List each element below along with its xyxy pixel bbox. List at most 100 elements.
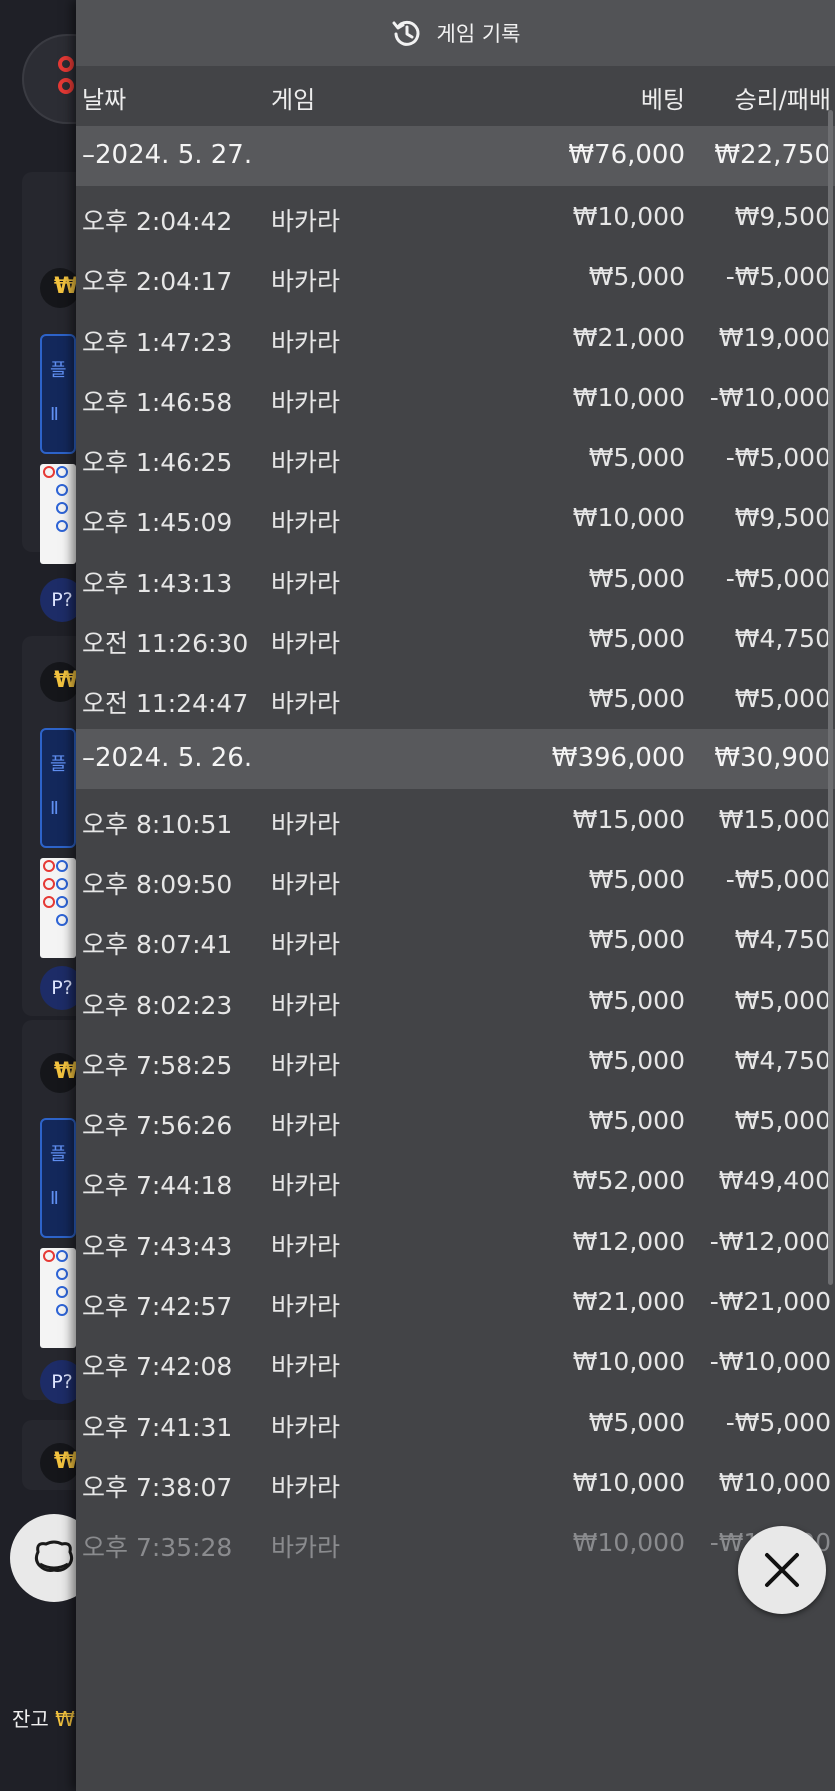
row-time: 오후 1:45:09 [82, 508, 233, 538]
row-game: 바카라 [271, 1171, 341, 1201]
row-result: ₩5,000 [734, 684, 831, 714]
row-time: 오후 7:38:07 [82, 1472, 233, 1502]
row-bet: ₩10,000 [572, 1347, 685, 1377]
history-row[interactable]: 오후 1:46:25 바카라 ₩5,000 -₩5,000 [76, 427, 835, 487]
row-bet: ₩5,000 [588, 1045, 685, 1075]
column-header-date: 날짜 [82, 86, 127, 114]
history-row[interactable]: 오후 7:42:08 바카라 ₩10,000 -₩10,000 [76, 1331, 835, 1391]
day-total-bet: ₩396,000 [551, 742, 685, 773]
balance-label: 잔고 [12, 1707, 49, 1731]
row-time: 오후 8:10:51 [82, 809, 233, 839]
row-result: ₩49,400 [718, 1166, 831, 1196]
history-row[interactable]: 오후 8:09:50 바카라 ₩5,000 -₩5,000 [76, 849, 835, 909]
cushion-icon [34, 1540, 74, 1572]
history-row[interactable]: 오후 7:56:26 바카라 ₩5,000 ₩5,000 [76, 1090, 835, 1150]
row-time: 오후 7:56:26 [82, 1111, 233, 1141]
chip-icon: ₩ [40, 268, 80, 308]
row-bet: ₩5,000 [588, 684, 685, 714]
row-time: 오후 1:43:13 [82, 568, 233, 598]
row-bet: ₩5,000 [588, 624, 685, 654]
history-row[interactable]: 오후 7:38:07 바카라 ₩10,000 ₩10,000 [76, 1452, 835, 1512]
row-bet: ₩5,000 [588, 563, 685, 593]
row-time: 오후 7:44:18 [82, 1171, 233, 1201]
row-time: 오후 7:41:31 [82, 1412, 233, 1442]
row-game: 바카라 [271, 809, 341, 839]
player-card[interactable]: 플Ⅱ [40, 334, 76, 454]
close-button[interactable] [738, 1526, 826, 1614]
history-row[interactable]: 오후 7:42:57 바카라 ₩21,000 -₩21,000 [76, 1271, 835, 1331]
row-game: 바카라 [271, 568, 341, 598]
column-header-bet: 베팅 [640, 86, 685, 114]
row-game: 바카라 [271, 1352, 341, 1382]
row-game: 바카라 [271, 267, 341, 297]
day-total-result: ₩30,900 [714, 742, 831, 773]
scrollbar[interactable] [828, 110, 833, 1285]
row-time: 오후 8:07:41 [82, 930, 233, 960]
row-time: 오전 11:24:47 [82, 689, 249, 719]
history-row[interactable]: 오후 7:43:43 바카라 ₩12,000 -₩12,000 [76, 1211, 835, 1271]
row-game: 바카라 [271, 869, 341, 899]
row-result: ₩9,500 [734, 503, 831, 533]
row-result: ₩4,750 [734, 624, 831, 654]
bead-road [40, 858, 76, 958]
history-row[interactable]: 오후 2:04:42 바카라 ₩10,000 ₩9,500 [76, 186, 835, 246]
history-row[interactable]: 오후 8:07:41 바카라 ₩5,000 ₩4,750 [76, 909, 835, 969]
history-row[interactable]: 오후 7:58:25 바카라 ₩5,000 ₩4,750 [76, 1030, 835, 1090]
history-row[interactable]: 오후 2:04:17 바카라 ₩5,000 -₩5,000 [76, 246, 835, 306]
row-result: -₩5,000 [725, 443, 831, 473]
row-bet: ₩21,000 [572, 322, 685, 352]
row-result: -₩5,000 [725, 1407, 831, 1437]
player-card[interactable]: 플Ⅱ [40, 728, 76, 848]
row-result: ₩19,000 [718, 322, 831, 352]
history-row[interactable]: 오후 1:47:23 바카라 ₩21,000 ₩19,000 [76, 307, 835, 367]
row-game: 바카라 [271, 1231, 341, 1261]
row-game: 바카라 [271, 448, 341, 478]
history-row[interactable]: 오후 1:43:13 바카라 ₩5,000 -₩5,000 [76, 548, 835, 608]
history-row[interactable]: 오후 7:41:31 바카라 ₩5,000 -₩5,000 [76, 1392, 835, 1452]
history-row[interactable]: 오후 1:46:58 바카라 ₩10,000 -₩10,000 [76, 367, 835, 427]
history-row[interactable]: 오후 8:10:51 바카라 ₩15,000 ₩15,000 [76, 789, 835, 849]
day-group-header[interactable]: –2024. 5. 26. ₩396,000 ₩30,900 [76, 728, 835, 789]
history-row[interactable]: 오후 7:35:28바카라₩10,000-₩10,000 [76, 1512, 835, 1572]
row-result: -₩5,000 [725, 563, 831, 593]
row-result: ₩9,500 [734, 202, 831, 231]
row-game: 바카라 [271, 1111, 341, 1141]
day-date: –2024. 5. 27. [82, 140, 253, 170]
column-headers: 날짜 게임 베팅 승리/패배 [76, 66, 835, 126]
row-time: 오전 11:26:30 [82, 629, 249, 659]
row-time: 오후 7:35:28 [82, 1533, 233, 1563]
row-bet: ₩5,000 [588, 925, 685, 955]
row-bet: ₩15,000 [572, 804, 685, 834]
row-bet: ₩10,000 [572, 1467, 685, 1497]
row-result: -₩5,000 [725, 864, 831, 894]
row-game: 바카라 [271, 1412, 341, 1442]
bead-road [40, 1248, 76, 1348]
row-time: 오후 8:09:50 [82, 869, 233, 899]
row-game: 바카라 [271, 207, 341, 236]
row-bet: ₩21,000 [572, 1287, 685, 1317]
bead-road [40, 464, 76, 564]
player-card[interactable]: 플Ⅱ [40, 1118, 76, 1238]
row-result: -₩10,000 [709, 1347, 831, 1377]
row-game: 바카라 [271, 1050, 341, 1080]
history-row[interactable]: 오후 7:44:18 바카라 ₩52,000 ₩49,400 [76, 1150, 835, 1210]
row-result: ₩4,750 [734, 925, 831, 955]
history-row[interactable]: 오전 11:26:30 바카라 ₩5,000 ₩4,750 [76, 608, 835, 668]
history-list[interactable]: –2024. 5. 27. ₩76,000 ₩22,750 오후 2:04:42 바카라… [76, 126, 835, 1573]
row-time: 오후 1:46:25 [82, 448, 233, 478]
history-row[interactable]: 오전 11:24:47 바카라 ₩5,000 ₩5,000 [76, 668, 835, 728]
row-bet: ₩5,000 [588, 1407, 685, 1437]
row-game: 바카라 [271, 508, 341, 538]
row-game: 바카라 [271, 689, 341, 719]
history-row[interactable]: 오후 8:02:23 바카라 ₩5,000 ₩5,000 [76, 970, 835, 1030]
row-game: 바카라 [271, 1472, 341, 1502]
row-time: 오후 1:46:58 [82, 387, 233, 417]
day-total-result: ₩22,750 [714, 140, 831, 170]
history-row[interactable]: 오후 1:45:09 바카라 ₩10,000 ₩9,500 [76, 487, 835, 547]
row-bet: ₩10,000 [572, 202, 685, 231]
day-group-header[interactable]: –2024. 5. 27. ₩76,000 ₩22,750 [76, 126, 835, 186]
row-bet: ₩5,000 [588, 443, 685, 473]
row-game: 바카라 [271, 990, 341, 1020]
row-bet: ₩10,000 [572, 1528, 685, 1558]
row-bet: ₩5,000 [588, 1106, 685, 1136]
